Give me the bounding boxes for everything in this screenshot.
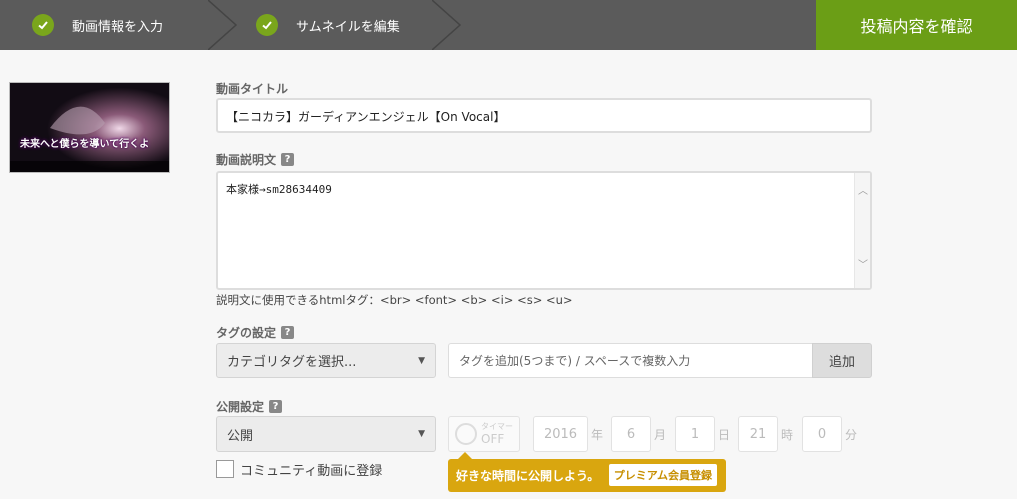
help-icon[interactable]: ? [269,400,283,413]
chevron-up-icon[interactable]: ︿ [857,187,869,197]
add-tag-button[interactable]: 追加 [812,343,872,378]
caret-down-icon: ▼ [418,429,425,439]
title-label: 動画タイトル [216,82,289,96]
hour-unit: 時 [781,428,794,442]
step-thumbnail[interactable]: サムネイルを編集 [256,0,400,50]
chevron-right-icon [208,0,238,50]
step-thumbnail-label: サムネイルを編集 [296,19,400,35]
visibility-select[interactable]: 公開 ▼ [216,416,436,452]
community-label[interactable]: コミュニティ動画に登録 [240,460,382,479]
title-input[interactable]: 【ニコカラ】ガーディアンエンジェル【On Vocal】 [216,98,872,133]
publish-label: 公開設定 ? [216,398,283,415]
video-thumbnail: 未来へと僕らを導いて行くよ [9,82,170,173]
year-field[interactable]: 2016 [533,416,588,452]
scrollbar[interactable]: ︿ ﹀ [854,173,870,288]
hour-field[interactable]: 21 [738,416,778,452]
chevron-down-icon[interactable]: ﹀ [857,261,869,271]
step-confirm[interactable]: 投稿内容を確認 [816,0,1017,50]
month-field[interactable]: 6 [611,416,651,452]
step-video-info-label: 動画情報を入力 [72,19,164,35]
day-unit: 日 [718,428,731,442]
check-icon [32,14,54,36]
description-textarea[interactable]: 本家様→sm28634409 ︿ ﹀ [216,171,872,290]
caret-down-icon: ▼ [418,355,425,366]
step-bar: 動画情報を入力 サムネイルを編集 投稿内容を確認 [0,0,1017,50]
chevron-right-icon [432,0,462,50]
category-tag-select[interactable]: カテゴリタグを選択... ▼ [216,343,436,378]
help-icon[interactable]: ? [281,326,295,339]
check-icon [256,14,278,36]
description-label: 動画説明文 ? [216,151,295,168]
premium-register-button[interactable]: プレミアム会員登録 [608,464,717,486]
step-video-info[interactable]: 動画情報を入力 [32,0,163,50]
thumbnail-caption: 未来へと僕らを導いて行くよ [20,139,150,150]
premium-banner: 好きな時間に公開しよう。 プレミアム会員登録 [448,452,726,492]
clock-icon [455,423,477,445]
tag-input[interactable]: タグを追加(5つまで) / スペースで複数入力 [448,343,813,378]
community-checkbox[interactable] [216,460,234,478]
minute-unit: 分 [845,428,858,442]
tags-label: タグの設定 ? [216,324,295,341]
minute-field[interactable]: 0 [802,416,842,452]
day-field[interactable]: 1 [675,416,715,452]
month-unit: 月 [654,428,667,442]
year-unit: 年 [591,428,604,442]
help-icon[interactable]: ? [281,153,295,166]
html-tag-hint: 説明文に使用できるhtmlタグ：<br> <font> <b> <i> <s> … [216,293,573,307]
timer-toggle[interactable]: タイマー OFF [448,416,520,452]
